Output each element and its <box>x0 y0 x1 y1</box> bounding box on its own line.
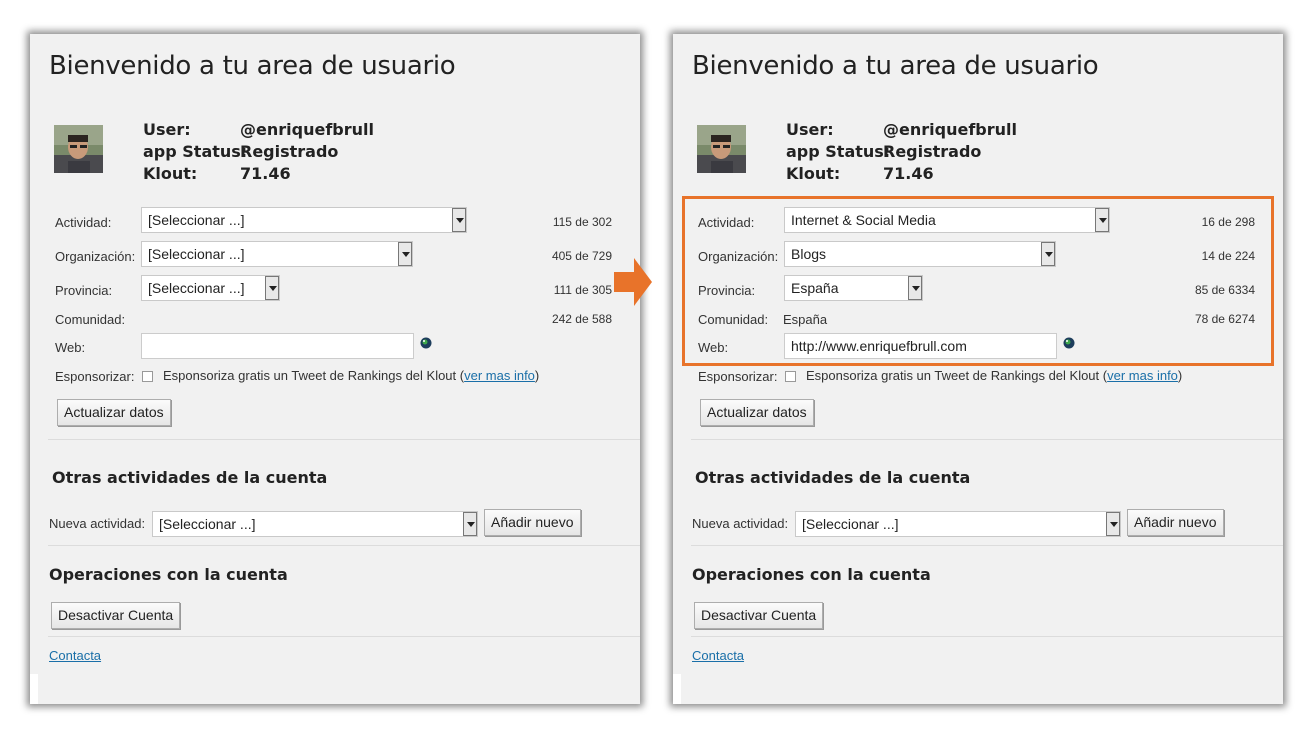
organizacion-count: 14 de 224 <box>1201 249 1255 263</box>
user-handle: @enriquefbrull <box>883 120 1017 139</box>
actividad-count: 115 de 302 <box>552 215 612 229</box>
update-button[interactable]: Actualizar datos <box>700 399 814 426</box>
chevron-down-icon[interactable] <box>463 512 477 536</box>
klout-value: 71.46 <box>240 164 291 183</box>
sponsor-text: Esponsoriza gratis un Tweet de Rankings … <box>806 368 1183 383</box>
organizacion-value: [Seleccionar ...] <box>148 246 245 262</box>
user-handle: @enriquefbrull <box>240 120 374 139</box>
actividad-count: 16 de 298 <box>1201 215 1255 229</box>
avatar <box>697 125 746 173</box>
comunidad-label: Comunidad: <box>698 312 769 327</box>
web-input[interactable] <box>141 333 414 359</box>
avatar <box>54 125 103 173</box>
chevron-down-icon[interactable] <box>1106 512 1120 536</box>
chevron-down-icon[interactable] <box>908 276 922 300</box>
status-value: Registrado <box>883 142 982 161</box>
organizacion-select[interactable]: [Seleccionar ...] <box>141 241 413 267</box>
nueva-label: Nueva actividad: <box>692 516 789 531</box>
nueva-select[interactable]: [Seleccionar ...] <box>795 511 1121 537</box>
divider <box>48 545 640 546</box>
provincia-value: [Seleccionar ...] <box>148 280 245 296</box>
nueva-select[interactable]: [Seleccionar ...] <box>152 511 478 537</box>
nueva-value: [Seleccionar ...] <box>159 516 256 532</box>
contact-link[interactable]: Contacta <box>49 648 101 663</box>
deactivate-button[interactable]: Desactivar Cuenta <box>694 602 824 629</box>
chevron-down-icon[interactable] <box>398 242 412 266</box>
actividad-select[interactable]: Internet & Social Media <box>784 207 1110 233</box>
actividad-value: [Seleccionar ...] <box>148 212 245 228</box>
provincia-select[interactable]: [Seleccionar ...] <box>141 275 280 301</box>
provincia-count: 111 de 305 <box>553 283 612 297</box>
divider <box>691 545 1283 546</box>
panel-before: Bienvenido a tu area de usuario User: @e… <box>30 34 640 704</box>
more-info-link[interactable]: ver mas info <box>1107 368 1178 383</box>
sponsor-checkbox[interactable] <box>785 371 796 382</box>
comunidad-count: 78 de 6274 <box>1194 312 1255 326</box>
organizacion-value: Blogs <box>791 246 827 262</box>
nueva-label: Nueva actividad: <box>49 516 146 531</box>
comunidad-count: 242 de 588 <box>551 312 612 326</box>
deactivate-button[interactable]: Desactivar Cuenta <box>51 602 181 629</box>
web-label: Web: <box>698 340 729 355</box>
arrow-right-icon <box>614 258 652 306</box>
status-label: app Status: <box>143 142 248 161</box>
divider <box>691 439 1283 440</box>
page-title: Bienvenido a tu area de usuario <box>49 51 456 81</box>
web-input[interactable]: http://www.enriquefbrull.com <box>784 333 1057 359</box>
actividad-label: Actividad: <box>55 215 112 230</box>
actividad-value: Internet & Social Media <box>791 212 936 228</box>
add-new-button[interactable]: Añadir nuevo <box>484 509 581 536</box>
divider <box>691 636 1283 637</box>
organizacion-label: Organización: <box>698 249 779 264</box>
user-label: User: <box>143 120 191 139</box>
chevron-down-icon[interactable] <box>452 208 466 232</box>
otras-heading: Otras actividades de la cuenta <box>695 468 971 487</box>
user-label: User: <box>786 120 834 139</box>
web-label: Web: <box>55 340 86 355</box>
update-button[interactable]: Actualizar datos <box>57 399 171 426</box>
comunidad-label: Comunidad: <box>55 312 126 327</box>
globe-icon[interactable] <box>420 337 432 349</box>
operaciones-heading: Operaciones con la cuenta <box>692 565 931 584</box>
organizacion-count: 405 de 729 <box>551 249 612 263</box>
status-value: Registrado <box>240 142 339 161</box>
actividad-label: Actividad: <box>698 215 755 230</box>
add-new-button[interactable]: Añadir nuevo <box>1127 509 1224 536</box>
chevron-down-icon[interactable] <box>1095 208 1109 232</box>
klout-label: Klout: <box>786 164 841 183</box>
sponsor-label: Esponsorizar: <box>55 369 135 384</box>
provincia-value: España <box>791 280 839 296</box>
web-value: http://www.enriquefbrull.com <box>791 338 967 354</box>
sponsor-checkbox[interactable] <box>142 371 153 382</box>
organizacion-select[interactable]: Blogs <box>784 241 1056 267</box>
more-info-link[interactable]: ver mas info <box>464 368 535 383</box>
globe-icon[interactable] <box>1063 337 1075 349</box>
actividad-select[interactable]: [Seleccionar ...] <box>141 207 467 233</box>
page-title: Bienvenido a tu area de usuario <box>692 51 1099 81</box>
provincia-label: Provincia: <box>698 283 756 298</box>
provincia-label: Provincia: <box>55 283 113 298</box>
nueva-value: [Seleccionar ...] <box>802 516 899 532</box>
organizacion-label: Organización: <box>55 249 136 264</box>
provincia-count: 85 de 6334 <box>1194 283 1255 297</box>
otras-heading: Otras actividades de la cuenta <box>52 468 328 487</box>
klout-label: Klout: <box>143 164 198 183</box>
klout-value: 71.46 <box>883 164 934 183</box>
divider <box>48 636 640 637</box>
status-label: app Status: <box>786 142 891 161</box>
chevron-down-icon[interactable] <box>1041 242 1055 266</box>
panel-after: Bienvenido a tu area de usuario User: @e… <box>673 34 1283 704</box>
sponsor-label: Esponsorizar: <box>698 369 778 384</box>
comunidad-value: España <box>783 312 828 327</box>
operaciones-heading: Operaciones con la cuenta <box>49 565 288 584</box>
provincia-select[interactable]: España <box>784 275 923 301</box>
divider <box>48 439 640 440</box>
sponsor-text: Esponsoriza gratis un Tweet de Rankings … <box>163 368 540 383</box>
contact-link[interactable]: Contacta <box>692 648 744 663</box>
chevron-down-icon[interactable] <box>265 276 279 300</box>
